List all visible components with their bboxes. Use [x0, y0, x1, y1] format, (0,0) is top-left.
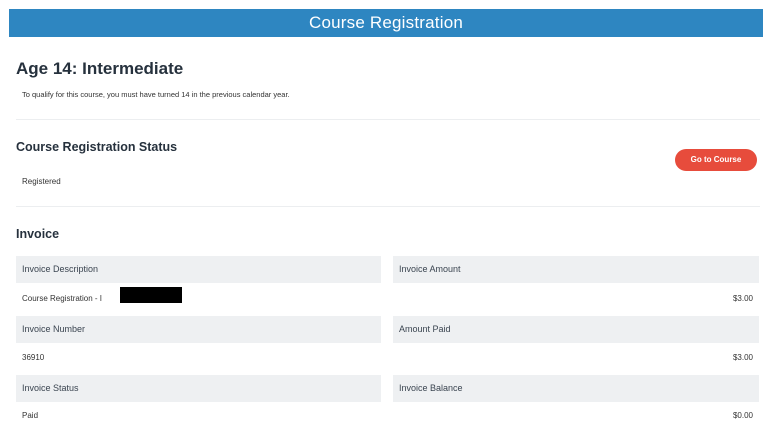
invoice-number-value: 36910 [22, 353, 45, 362]
invoice-heading: Invoice [16, 227, 60, 241]
redacted-text [120, 287, 182, 303]
divider [16, 206, 760, 207]
go-to-course-button[interactable]: Go to Course [675, 149, 757, 171]
invoice-amount-value: $3.00 [732, 294, 753, 303]
invoice-description-value: Course Registration - I [22, 294, 103, 303]
invoice-balance-value: $0.00 [732, 411, 753, 420]
invoice-description-label: Invoice Description [16, 256, 381, 283]
divider [16, 119, 760, 120]
invoice-status-value: Paid [22, 411, 39, 420]
invoice-balance-label: Invoice Balance [393, 375, 759, 402]
amount-paid-label: Amount Paid [393, 316, 759, 343]
invoice-number-label: Invoice Number [16, 316, 381, 343]
course-description: To qualify for this course, you must hav… [22, 90, 290, 99]
invoice-status-label: Invoice Status [16, 375, 381, 402]
page-header: Course Registration [9, 9, 763, 37]
amount-paid-value: $3.00 [732, 353, 753, 362]
course-title: Age 14: Intermediate [16, 59, 184, 78]
registration-status-heading: Course Registration Status [16, 140, 178, 154]
invoice-amount-label: Invoice Amount [393, 256, 759, 283]
registration-status-value: Registered [22, 177, 61, 186]
